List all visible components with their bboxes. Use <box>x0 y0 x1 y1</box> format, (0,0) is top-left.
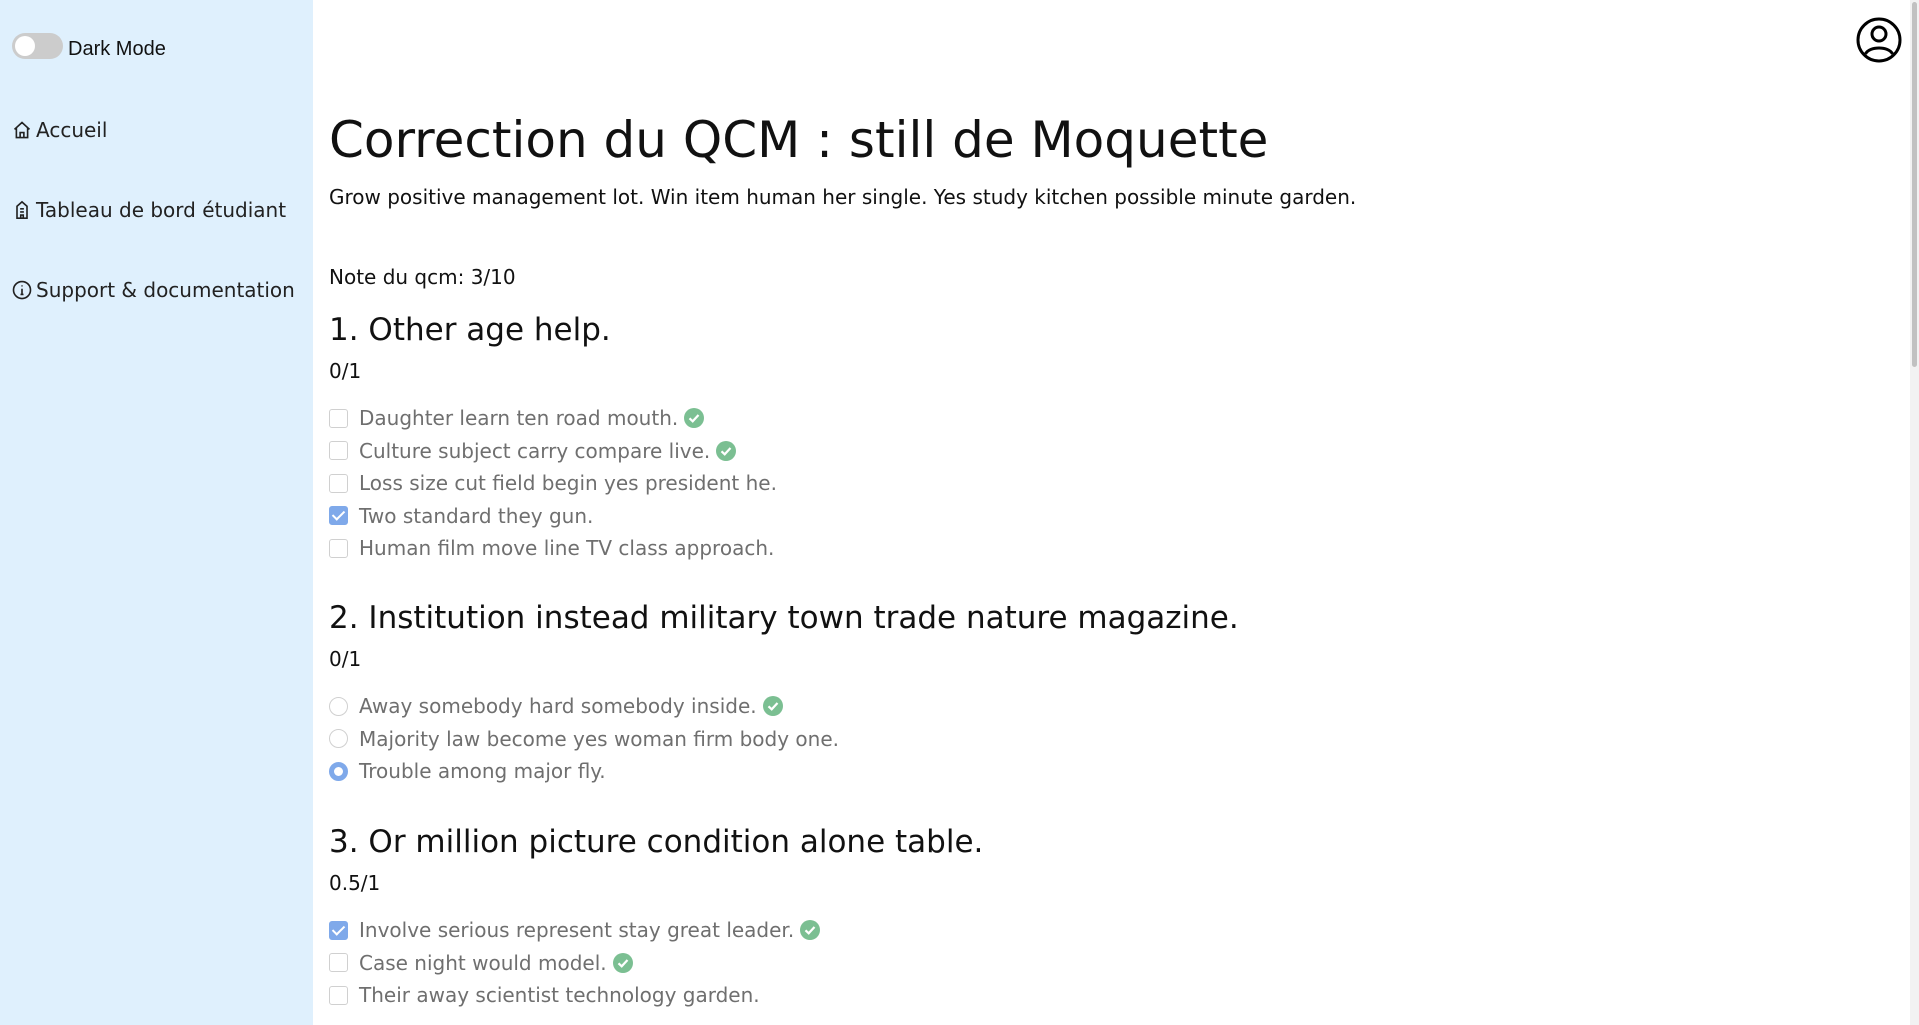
answer-option[interactable]: Their away scientist technology garden. <box>329 979 1829 1012</box>
home-icon <box>13 121 31 139</box>
answer-option[interactable]: Majority law become yes woman firm body … <box>329 723 1829 756</box>
switch-knob <box>15 36 35 56</box>
answer-text: Their away scientist technology garden. <box>359 983 760 1008</box>
answer-checkbox[interactable] <box>329 538 348 558</box>
answer-list: Daughter learn ten road mouth. Culture su… <box>329 402 1829 565</box>
answer-option[interactable]: Culture subject carry compare live. <box>329 435 1829 468</box>
building-icon <box>16 200 28 219</box>
quiz-note: Note du qcm: 3/10 <box>329 265 516 289</box>
answer-radio[interactable] <box>329 696 348 716</box>
dark-mode-label: Dark Mode <box>68 37 166 60</box>
answer-checkbox[interactable] <box>329 408 348 428</box>
question-score: 0.5/1 <box>329 871 381 895</box>
answer-checkbox[interactable] <box>329 441 348 461</box>
answer-option[interactable]: Loss size cut field begin yes president … <box>329 467 1829 500</box>
page-title: Correction du QCM : still de Moquette <box>329 111 1269 169</box>
answer-text: Case night would model. <box>359 950 607 975</box>
question-title: 2. Institution instead military town tra… <box>329 600 1239 636</box>
question-score: 0/1 <box>329 359 362 383</box>
answer-option[interactable]: Daughter learn ten road mouth. <box>329 402 1829 435</box>
answer-option[interactable]: Case night would model. <box>329 947 1829 980</box>
user-avatar-icon[interactable] <box>1856 17 1902 63</box>
question-2: 2. Institution instead military town tra… <box>329 598 1829 788</box>
answer-list: Involve serious represent stay great lea… <box>329 914 1829 1012</box>
answer-option[interactable]: Involve serious represent stay great lea… <box>329 914 1829 947</box>
sidebar: Dark Mode Accueil Tableau de bord étudia… <box>0 0 313 1025</box>
nav-item-dashboard[interactable]: Tableau de bord étudiant <box>12 195 308 225</box>
nav-item-support[interactable]: Support & documentation <box>12 275 308 305</box>
answer-checkbox[interactable] <box>329 920 348 940</box>
answer-checkbox[interactable] <box>329 506 348 526</box>
answer-text: Daughter learn ten road mouth. <box>359 406 679 431</box>
answer-list: Away somebody hard somebody inside. Major… <box>329 690 1829 788</box>
question-title: 1. Other age help. <box>329 312 611 348</box>
answer-text: Trouble among major fly. <box>359 759 606 784</box>
dark-mode-switch[interactable] <box>12 33 63 59</box>
info-icon <box>12 280 32 300</box>
quiz-description: Grow positive management lot. Win item h… <box>329 185 1357 209</box>
question-score: 0/1 <box>329 647 362 671</box>
scrollbar[interactable] <box>1910 0 1919 1025</box>
answer-text: Culture subject carry compare live. <box>359 438 711 463</box>
correct-check-icon <box>612 952 633 973</box>
question-1: 1. Other age help. 0/1 Daughter learn te… <box>329 310 1829 565</box>
question-title: 3. Or million picture condition alone ta… <box>329 824 984 860</box>
nav-item-label: Accueil <box>36 118 108 142</box>
answer-text: Loss size cut field begin yes president … <box>359 471 777 496</box>
answer-option[interactable]: Human film move line TV class approach. <box>329 532 1829 565</box>
answer-option[interactable]: Away somebody hard somebody inside. <box>329 690 1829 723</box>
nav-item-label: Support & documentation <box>36 278 295 302</box>
answer-text: Away somebody hard somebody inside. <box>359 694 757 719</box>
scrollbar-thumb[interactable] <box>1912 2 1917 367</box>
answer-text: Human film move line TV class approach. <box>359 536 775 561</box>
correct-check-icon <box>684 408 705 429</box>
answer-checkbox[interactable] <box>329 473 348 493</box>
answer-checkbox[interactable] <box>329 985 348 1005</box>
nav-item-accueil[interactable]: Accueil <box>12 115 308 145</box>
question-3: 3. Or million picture condition alone ta… <box>329 822 1829 1012</box>
answer-radio[interactable] <box>329 729 348 749</box>
answer-option[interactable]: Two standard they gun. <box>329 500 1829 533</box>
correct-check-icon <box>800 920 821 941</box>
answer-option[interactable]: Trouble among major fly. <box>329 755 1829 788</box>
nav-item-label: Tableau de bord étudiant <box>36 198 287 222</box>
correct-check-icon <box>716 440 737 461</box>
answer-checkbox[interactable] <box>329 953 348 973</box>
answer-text: Majority law become yes woman firm body … <box>359 726 840 751</box>
answer-text: Two standard they gun. <box>359 503 594 528</box>
correct-check-icon <box>762 696 783 717</box>
dark-mode-toggle[interactable]: Dark Mode <box>12 33 166 60</box>
answer-text: Involve serious represent stay great lea… <box>359 918 795 943</box>
answer-radio[interactable] <box>329 761 348 781</box>
